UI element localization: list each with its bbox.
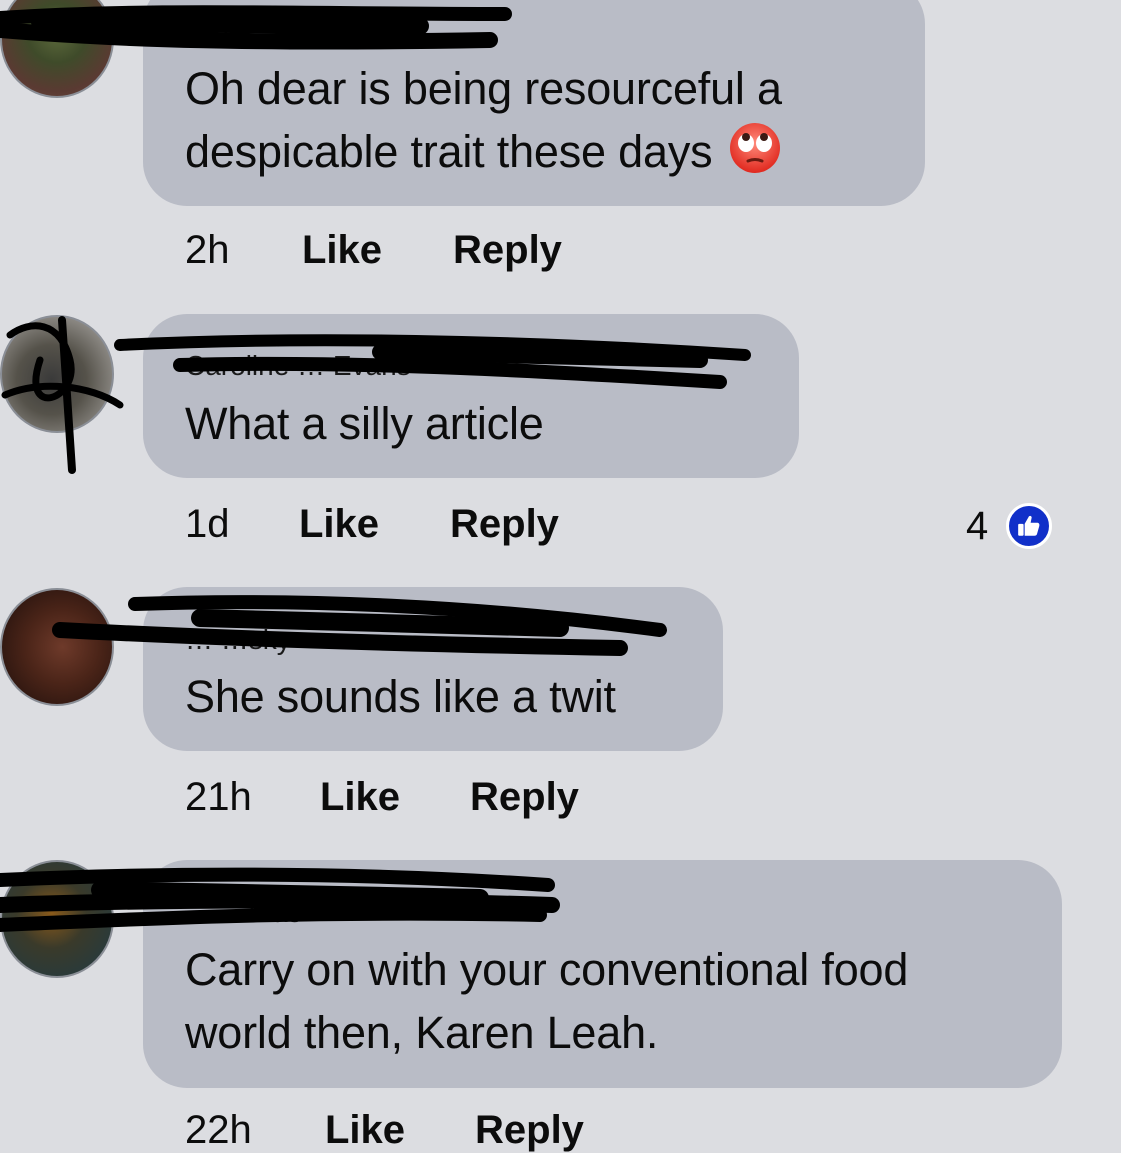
reply-button[interactable]: Reply — [450, 502, 559, 547]
comment-text: world then, Karen Leah. — [185, 1001, 658, 1064]
comment-actions: 22h Like Reply — [185, 1108, 584, 1153]
like-button[interactable]: Like — [325, 1108, 475, 1153]
comment-timestamp[interactable]: 1d — [185, 502, 299, 547]
comment-text-line: What a silly article — [185, 398, 544, 449]
comment-actions: 1d Like Reply — [185, 502, 559, 547]
comment-timestamp[interactable]: 2h — [185, 228, 302, 273]
comment-text: Oh dear is being resourceful a — [185, 57, 782, 120]
comment-text: What a silly article — [185, 392, 544, 455]
comment-actions: 21h Like Reply — [185, 775, 579, 820]
reaction-count: 4 — [966, 503, 989, 548]
comment-author[interactable]: … …sky — [185, 624, 291, 656]
reply-button[interactable]: Reply — [453, 228, 562, 273]
like-button[interactable]: Like — [302, 228, 453, 273]
comment-text-line: She sounds like a twit — [185, 671, 616, 722]
comment-author[interactable]: … …mas — [185, 897, 302, 929]
reply-button[interactable]: Reply — [475, 1108, 584, 1153]
avatar[interactable] — [0, 315, 114, 433]
comment-timestamp[interactable]: 22h — [185, 1108, 325, 1153]
comment-text-line: despicable trait these days — [185, 126, 713, 177]
avatar[interactable] — [0, 0, 114, 98]
avatar[interactable] — [0, 588, 114, 706]
comment-text-line: Carry on with your conventional food — [185, 944, 909, 995]
rolling-eyes-emoji-icon — [728, 121, 782, 175]
comment-actions: 2h Like Reply — [185, 228, 562, 273]
avatar[interactable] — [0, 860, 114, 978]
comment-author[interactable]: …be — [185, 12, 244, 44]
comment-author[interactable]: Caroline … Evans — [185, 350, 411, 382]
comment-text: She sounds like a twit — [185, 665, 616, 728]
like-button[interactable]: Like — [299, 502, 450, 547]
like-button[interactable]: Like — [320, 775, 470, 820]
reply-button[interactable]: Reply — [470, 775, 579, 820]
reaction-summary[interactable]: 4 — [966, 503, 1053, 549]
comment-text: despicable trait these days — [185, 120, 782, 183]
comment-text-line: Oh dear is being resourceful a — [185, 63, 782, 114]
thumbs-up-icon — [1006, 503, 1053, 549]
comment-text: Carry on with your conventional food — [185, 938, 908, 1001]
comment-timestamp[interactable]: 21h — [185, 775, 320, 820]
comment-text-line: world then, Karen Leah. — [185, 1007, 659, 1058]
